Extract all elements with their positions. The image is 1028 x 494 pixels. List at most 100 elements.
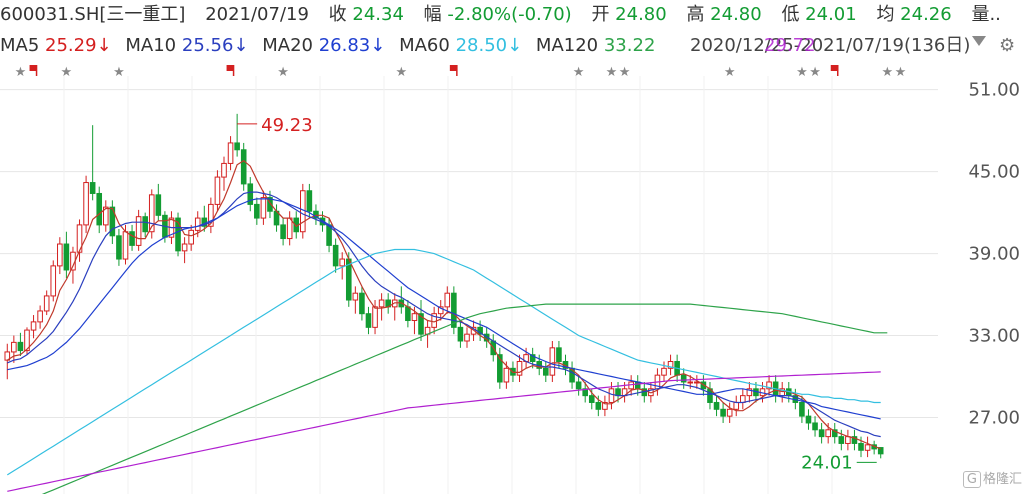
flag-icon [226,65,235,76]
candle-body [838,436,845,444]
extreme-annotations: 49.23 24.01 [237,115,877,473]
candle-body [542,367,549,376]
candle [444,286,451,314]
candle [227,136,234,171]
candle [864,436,871,458]
min-price-label: 24.01 [801,452,853,473]
candle [63,231,70,279]
candle-body [516,360,523,376]
watermark-brand: 格隆汇 [982,472,1022,487]
candle-body [181,243,188,252]
candle [812,416,818,437]
star-icon: ★ [15,65,27,80]
candle [30,315,37,339]
candle-body [37,310,43,323]
candle [818,422,825,444]
candle-body [405,306,411,322]
candle [89,125,96,201]
candle [549,341,556,382]
candle-body [234,142,240,151]
candle-body [372,306,378,328]
candle-body [83,182,89,226]
candle [175,212,181,257]
candle-body [43,295,50,312]
candle-body [812,422,818,431]
candle [339,252,346,280]
star-icon: ★ [619,65,631,80]
high-label: 高 [686,4,705,25]
candle [602,395,608,417]
candle-body [615,388,621,397]
price-gridlines [0,76,938,494]
candle [240,142,247,191]
candle [740,388,746,410]
candle-body [300,190,306,233]
candle-body [575,381,582,390]
candle [378,293,385,321]
y-tick-label: 45.00 [968,162,1020,183]
triangle-down-icon[interactable] [972,36,986,46]
candle-body [214,176,221,205]
gear-icon[interactable]: ⚙ [999,33,1015,59]
y-tick-label: 39.00 [968,244,1020,265]
candle [556,341,562,369]
candle-body [286,217,293,240]
candle-body [799,401,805,417]
close-label: 收 [328,4,347,25]
candle-body [129,231,135,246]
candle-body [339,258,346,267]
price-axis: 51.00 45.00 39.00 33.00 27.00 [968,80,1020,429]
candle [135,209,142,251]
candle-body [634,381,641,390]
ma10-value: 25.56↓ [181,35,249,56]
candle-body [444,292,451,308]
ma-line-ma5 [6,159,881,450]
star-icon: ★ [573,65,585,80]
ma-line-ma120 [41,303,888,494]
candle [746,381,753,403]
ma5-value: 25.29↓ [45,35,112,56]
high-value: 24.80 [710,4,762,25]
date-range-label[interactable]: 2020/12/25-2021/07/19(136日) [690,33,970,59]
flag-icon [29,65,38,76]
candle [247,177,254,212]
ma60-label: MA60 [399,35,450,56]
candle [707,381,713,410]
avg-value: 24.26 [900,4,952,25]
candle [109,200,116,245]
low-label: 低 [781,4,800,25]
candlestick-series [4,113,884,459]
candle-body [864,444,871,451]
candle-body [588,395,595,403]
candle [181,237,188,264]
candle-body [818,429,825,438]
candle-body [805,415,812,424]
candle [234,113,240,157]
candle [148,189,155,239]
candle-body [89,182,96,194]
change-value: -2.80%(-0.70) [447,4,572,25]
star-icon: ★ [61,65,73,80]
candle-body [63,243,70,271]
ma120-label: MA120 [535,35,599,56]
candle-body [122,231,129,260]
candle-body [57,243,63,267]
y-tick-label: 33.00 [968,326,1020,347]
candle [116,228,122,266]
candle [720,402,726,423]
star-icon: ★ [895,65,907,80]
candle-body [240,149,247,185]
quote-date: 2021/07/19 [205,4,309,25]
candle [254,197,260,225]
watermark: G 格隆汇 [962,468,1022,488]
candle-body [378,299,385,308]
candle [102,200,109,232]
candle [464,327,470,348]
candle-body [726,408,733,417]
candle-body [687,381,694,384]
ma-line-ma60 [6,248,881,476]
candle-body [50,265,57,297]
candle [359,286,365,321]
candle [208,197,214,234]
candle [680,368,687,389]
